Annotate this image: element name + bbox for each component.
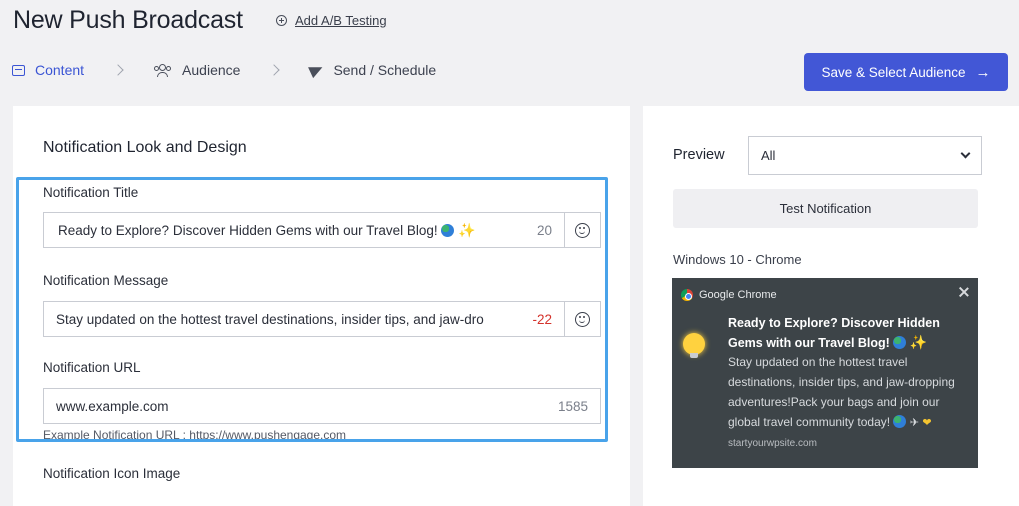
- globe-emoji-icon: [441, 223, 455, 237]
- preview-select-value: All: [761, 148, 776, 163]
- title-char-count: 20: [536, 222, 552, 238]
- notification-url-input[interactable]: www.example.com 1585: [43, 388, 601, 424]
- save-button-label: Save & Select Audience: [821, 64, 966, 80]
- step-send-schedule[interactable]: Send / Schedule: [308, 61, 437, 79]
- close-icon[interactable]: [958, 286, 970, 298]
- wizard-steps: Content Audience Send / Schedule: [12, 61, 437, 79]
- notification-title-row: Ready to Explore? Discover Hidden Gems w…: [43, 212, 601, 248]
- lightbulb-icon: [683, 333, 705, 358]
- plus-circle-icon: [276, 15, 287, 26]
- notification-url-row: www.example.com 1585: [43, 388, 601, 424]
- notification-title-value: Ready to Explore? Discover Hidden Gems w…: [58, 222, 438, 238]
- globe-emoji-icon: [893, 336, 907, 349]
- sparkles-emoji-icon: ✨: [458, 221, 476, 238]
- notification-message-row: Stay updated on the hottest travel desti…: [43, 301, 601, 337]
- send-icon: [308, 61, 326, 79]
- chevron-right-icon: [268, 64, 281, 76]
- test-notification-button[interactable]: Test Notification: [673, 189, 978, 228]
- save-select-audience-button[interactable]: Save & Select Audience →: [804, 53, 1008, 91]
- chevron-right-icon: [112, 64, 124, 76]
- preview-label: Preview: [673, 147, 725, 163]
- add-ab-testing-label: Add A/B Testing: [295, 13, 387, 28]
- smiley-icon: [575, 222, 590, 238]
- notification-title-input[interactable]: Ready to Explore? Discover Hidden Gems w…: [43, 212, 565, 248]
- message-emoji-button[interactable]: [565, 301, 601, 337]
- step-send-label: Send / Schedule: [333, 62, 437, 78]
- notification-preview-card: Google Chrome Ready to Explore? Discover…: [672, 278, 978, 468]
- step-audience-label: Audience: [182, 62, 241, 78]
- arrow-right-icon: →: [975, 63, 991, 81]
- add-ab-testing-link[interactable]: Add A/B Testing: [276, 13, 387, 28]
- chrome-icon: [681, 289, 693, 301]
- notification-preview-title-text: Ready to Explore? Discover Hidden Gems w…: [728, 316, 940, 350]
- handshake-emoji-icon: ❤: [922, 417, 932, 429]
- step-content[interactable]: Content: [12, 62, 84, 78]
- platform-label: Windows 10 - Chrome: [673, 252, 802, 267]
- step-content-label: Content: [35, 62, 85, 78]
- globe-emoji-icon: [893, 415, 907, 428]
- notification-message-label: Notification Message: [43, 273, 169, 288]
- smiley-icon: [575, 311, 590, 327]
- step-audience[interactable]: Audience: [154, 62, 240, 78]
- airplane-emoji-icon: ✈: [909, 417, 919, 429]
- content-icon: [12, 64, 25, 76]
- message-char-count: -22: [532, 311, 552, 327]
- notification-app-name: Google Chrome: [699, 289, 777, 301]
- url-char-count: 1585: [557, 398, 588, 414]
- notification-url-value: www.example.com: [56, 398, 169, 414]
- notification-title-label: Notification Title: [43, 185, 139, 200]
- title-emoji-button[interactable]: [565, 212, 601, 248]
- section-title: Notification Look and Design: [43, 139, 247, 156]
- notification-preview-message-text: Stay updated on the hottest travel desti…: [728, 355, 955, 429]
- notification-message-input[interactable]: Stay updated on the hottest travel desti…: [43, 301, 565, 337]
- url-hint: Example Notification URL : https://www.p…: [43, 428, 347, 442]
- audience-icon: [154, 64, 172, 77]
- notification-header: Google Chrome: [681, 289, 777, 301]
- notification-icon-image-label: Notification Icon Image: [43, 466, 181, 481]
- sparkles-emoji-icon: ✨: [909, 334, 928, 350]
- notification-message-value: Stay updated on the hottest travel desti…: [56, 311, 484, 327]
- notification-preview-title: Ready to Explore? Discover Hidden Gems w…: [728, 314, 970, 353]
- page-title: New Push Broadcast: [13, 6, 243, 34]
- notification-preview-message: Stay updated on the hottest travel desti…: [728, 352, 972, 433]
- preview-platform-select[interactable]: All: [748, 136, 982, 175]
- chevron-down-icon: [960, 148, 971, 159]
- notification-site: startyourwpsite.com: [728, 438, 817, 449]
- notification-url-label: Notification URL: [43, 360, 141, 375]
